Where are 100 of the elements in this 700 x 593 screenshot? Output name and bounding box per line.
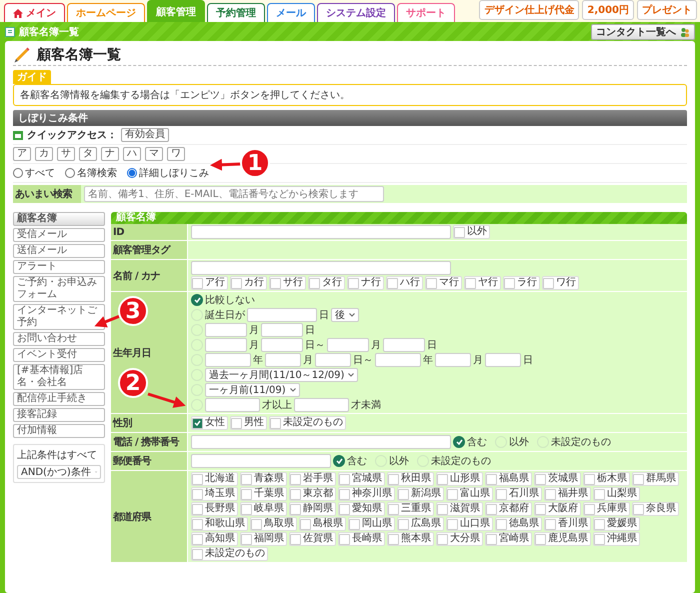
checkbox[interactable] — [437, 534, 448, 544]
kana-filter-button[interactable]: タ — [79, 147, 97, 161]
checkbox[interactable] — [388, 474, 399, 484]
sidebar-item[interactable]: 顧客名簿 — [13, 212, 105, 226]
checkbox[interactable] — [290, 474, 301, 484]
dropdown[interactable]: 過去一ヶ月間(11/10～12/09) — [205, 368, 358, 382]
checkbox[interactable] — [339, 474, 350, 484]
checkbox[interactable] — [486, 504, 497, 514]
checkbox[interactable] — [270, 278, 281, 288]
checkbox[interactable] — [241, 534, 252, 544]
checkbox[interactable] — [339, 504, 350, 514]
kana-filter-button[interactable]: ワ — [167, 147, 185, 161]
checkbox[interactable] — [388, 504, 399, 514]
text-input[interactable] — [205, 353, 251, 367]
checkbox[interactable] — [348, 278, 359, 288]
checkbox[interactable] — [192, 418, 203, 428]
promo-banner[interactable]: プレゼント — [637, 0, 697, 20]
text-input[interactable] — [191, 454, 331, 468]
checkbox[interactable] — [496, 518, 507, 530]
checkbox[interactable] — [454, 226, 465, 238]
text-input[interactable] — [261, 323, 303, 337]
checkbox[interactable] — [241, 474, 252, 484]
text-input[interactable]: 名前、備考1、住所、E-MAIL、電話番号などから検索します — [84, 186, 384, 202]
radio-button[interactable] — [453, 436, 465, 448]
checkbox[interactable] — [192, 548, 203, 560]
nav-tab[interactable]: メール — [267, 3, 315, 22]
checkbox[interactable] — [398, 518, 409, 530]
sidebar-item[interactable]: 受信メール — [13, 228, 105, 242]
radio-button[interactable] — [333, 455, 345, 467]
checkbox[interactable] — [535, 534, 546, 544]
checkbox[interactable] — [535, 474, 546, 484]
sidebar-item[interactable]: 付加情報 — [13, 424, 105, 438]
text-input[interactable] — [205, 323, 247, 337]
kana-filter-button[interactable]: カ — [35, 147, 53, 161]
sidebar-item[interactable]: ご予約・お申込みフォーム — [13, 276, 105, 302]
sidebar-item[interactable]: 送信メール — [13, 244, 105, 258]
sidebar-item[interactable]: アラート — [13, 260, 105, 274]
checkbox[interactable] — [192, 504, 203, 514]
checkbox[interactable] — [437, 504, 448, 514]
kana-filter-button[interactable]: ア — [13, 147, 31, 161]
checkbox[interactable] — [426, 278, 437, 288]
kana-filter-button[interactable]: ハ — [123, 147, 141, 161]
checkbox[interactable] — [388, 534, 399, 544]
checkbox[interactable] — [545, 488, 556, 500]
checkbox[interactable] — [290, 504, 301, 514]
text-input[interactable] — [205, 338, 247, 352]
text-input[interactable] — [191, 435, 451, 449]
checkbox[interactable] — [270, 418, 281, 428]
sidebar-item[interactable]: インターネットご予約 — [13, 304, 105, 330]
kana-filter-button[interactable]: マ — [145, 147, 163, 161]
text-input[interactable] — [261, 338, 303, 352]
checkbox[interactable] — [192, 488, 203, 500]
radio-button[interactable] — [191, 294, 203, 306]
checkbox[interactable] — [543, 278, 554, 288]
checkbox[interactable] — [349, 518, 360, 530]
radio-button[interactable] — [127, 168, 137, 178]
checkbox[interactable] — [633, 504, 644, 514]
text-input[interactable] — [485, 353, 521, 367]
checkbox[interactable] — [535, 504, 546, 514]
text-input[interactable] — [191, 225, 451, 239]
checkbox[interactable] — [545, 518, 556, 530]
checkbox[interactable] — [241, 504, 252, 514]
sidebar-item[interactable]: 接客記録 — [13, 408, 105, 422]
contact-list-button[interactable]: コンタクト一覧へ — [591, 24, 695, 40]
checkbox[interactable] — [241, 488, 252, 500]
kana-filter-button[interactable]: サ — [57, 147, 75, 161]
radio-button[interactable] — [65, 168, 75, 178]
checkbox[interactable] — [633, 474, 644, 484]
sidebar-item[interactable]: お問い合わせ — [13, 332, 105, 346]
checkbox[interactable] — [231, 418, 242, 428]
text-input[interactable] — [294, 398, 349, 412]
checkbox[interactable] — [192, 534, 203, 544]
checkbox[interactable] — [594, 518, 605, 530]
checkbox[interactable] — [192, 278, 203, 288]
checkbox[interactable] — [290, 534, 301, 544]
text-input[interactable] — [265, 353, 301, 367]
text-input[interactable] — [315, 353, 351, 367]
sidebar-item[interactable]: [#基本情報]店名・会社名 — [13, 364, 105, 390]
promo-banner[interactable]: 2,000円 — [582, 0, 634, 20]
dropdown[interactable]: 後 — [331, 308, 359, 322]
checkbox[interactable] — [300, 518, 311, 530]
text-input[interactable] — [383, 338, 425, 352]
checkbox[interactable] — [387, 278, 398, 288]
checkbox[interactable] — [192, 474, 203, 484]
text-input[interactable] — [191, 261, 451, 275]
dropdown[interactable]: AND(かつ)条件 — [17, 465, 101, 479]
text-input[interactable] — [435, 353, 471, 367]
checkbox[interactable] — [309, 278, 320, 288]
checkbox[interactable] — [251, 518, 262, 530]
checkbox[interactable] — [231, 278, 242, 288]
checkbox[interactable] — [594, 488, 605, 500]
dropdown[interactable]: 一ヶ月前(11/09) — [205, 383, 300, 397]
checkbox[interactable] — [192, 518, 203, 530]
checkbox[interactable] — [447, 518, 458, 530]
checkbox[interactable] — [486, 474, 497, 484]
text-input[interactable] — [375, 353, 421, 367]
checkbox[interactable] — [339, 534, 350, 544]
kana-filter-button[interactable]: ナ — [101, 147, 119, 161]
checkbox[interactable] — [447, 488, 458, 500]
text-input[interactable] — [247, 308, 317, 322]
